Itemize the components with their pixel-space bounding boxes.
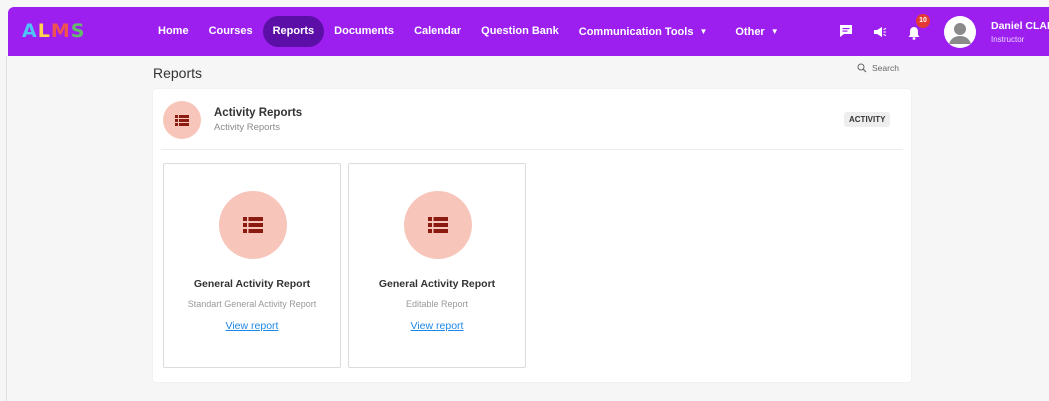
chevron-down-icon: ▼ [699,27,708,36]
search-label: Search [872,63,899,73]
megaphone-icon[interactable] [872,20,894,42]
search-button[interactable]: Search [857,63,899,73]
nav-reports[interactable]: Reports [262,16,325,47]
divider [161,149,903,150]
nav-other[interactable]: Other ▼ [721,16,788,47]
alms-logo[interactable]: ALMS [22,20,85,42]
search-icon [857,63,867,73]
nav-home[interactable]: Home [148,16,199,47]
report-title: General Activity Report [193,278,311,290]
main-nav: Home Courses Reports Documents Calendar … [148,16,789,47]
report-tile: General Activity Report Editable Report … [348,163,526,368]
chevron-down-icon: ▼ [770,27,779,36]
category-tag: ACTIVITY [844,112,891,127]
nav-communication-tools[interactable]: Communication Tools ▼ [569,16,722,47]
section-title: Activity Reports [214,107,303,119]
chat-icon[interactable] [838,20,860,42]
section-subtitle: Activity Reports [214,122,280,133]
top-navbar: ALMS Home Courses Reports Documents Cale… [8,7,1049,56]
notification-badge: 10 [916,14,930,28]
report-subtitle: Standart General Activity Report [187,299,317,309]
page-title: Reports [153,65,203,81]
report-title: General Activity Report [378,278,496,290]
report-tile: General Activity Report Standart General… [163,163,341,368]
activity-reports-card: Activity Reports Activity Reports ACTIVI… [153,89,911,382]
bell-icon[interactable]: 10 [906,14,930,42]
user-role: Instructor [991,35,1025,44]
report-subtitle: Editable Report [405,299,469,309]
nav-calendar[interactable]: Calendar [404,16,471,47]
view-report-link[interactable]: View report [349,320,525,332]
list-icon [404,191,472,259]
view-report-link[interactable]: View report [164,320,340,332]
list-icon [163,101,201,139]
avatar[interactable] [944,16,976,48]
user-name[interactable]: Daniel CLARK [991,20,1049,32]
nav-courses[interactable]: Courses [199,16,263,47]
nav-documents[interactable]: Documents [324,16,404,47]
list-icon [219,191,287,259]
nav-question-bank[interactable]: Question Bank [471,16,569,47]
